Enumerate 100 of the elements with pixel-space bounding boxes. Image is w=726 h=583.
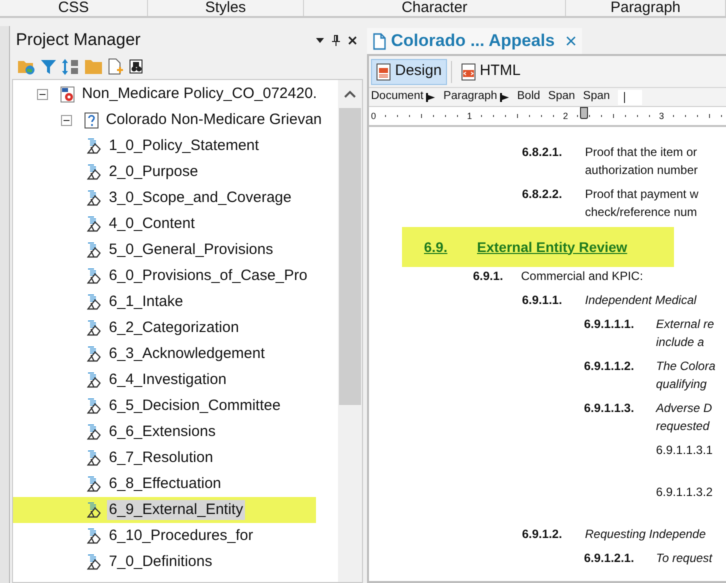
document-tab[interactable]: Colorado ... Appeals: [367, 28, 582, 54]
tree-item[interactable]: 6_5_Decision_Committee: [106, 396, 283, 416]
tree-item[interactable]: 5_0_General_Provisions: [106, 240, 276, 260]
ruler-label: 3: [659, 110, 664, 123]
page-icon: [376, 62, 391, 80]
topic-icon: [86, 528, 103, 544]
arrow-icon: [426, 92, 436, 102]
tree-item[interactable]: 7_0_Definitions: [106, 552, 214, 572]
text-line: requested: [656, 418, 711, 435]
close-icon[interactable]: [348, 36, 357, 44]
text-line: include a: [656, 334, 706, 351]
text-line: Proof that the item or: [585, 144, 698, 161]
text-line: External re: [656, 316, 714, 333]
tree-item[interactable]: 6_9_External_Entity: [106, 500, 246, 520]
text-line: authorization number: [585, 162, 698, 179]
code-page-icon: [460, 62, 476, 80]
scrollbar[interactable]: [338, 80, 362, 582]
topic-icon: [86, 242, 103, 258]
panel-tab[interactable]: Styles: [148, 0, 304, 16]
clause-number: 6.8.2.1.: [522, 144, 564, 161]
topic-icon: [86, 138, 103, 154]
tree-item[interactable]: 6_3_Acknowledgement: [106, 344, 267, 364]
breadcrumb-item[interactable]: Paragraph: [443, 88, 498, 106]
topic-icon: [86, 502, 103, 518]
tree-item[interactable]: 6_0_Provisions_of_Case_Pro: [106, 266, 310, 286]
folder-globe-icon[interactable]: [18, 58, 35, 74]
tree-item[interactable]: 6_1_Intake: [106, 292, 186, 312]
topic-icon: [86, 320, 103, 336]
tree-item[interactable]: 6_2_Categorization: [106, 318, 241, 338]
topic-icon: [86, 294, 103, 310]
collapse-icon[interactable]: [60, 114, 72, 126]
text-line: The Colora: [656, 358, 716, 375]
topic-icon: [86, 164, 103, 180]
tree-item[interactable]: 6_4_Investigation: [106, 370, 228, 390]
text-line: Independent Medical: [585, 292, 696, 309]
dropdown-icon[interactable]: [316, 38, 324, 42]
clause-number: 6.9.1.1.3.1: [656, 442, 714, 459]
tree-item[interactable]: Non_Medicare Policy_CO_072420.: [80, 84, 319, 104]
tree-item[interactable]: 6_8_Effectuation: [106, 474, 224, 494]
tree-item[interactable]: 6_6_Extensions: [106, 422, 218, 442]
help-page-icon: [84, 112, 100, 128]
topic-icon: [86, 450, 103, 466]
heading-number: 6.9.: [424, 238, 448, 256]
clause-number: 6.9.1.: [473, 268, 504, 285]
topic-icon: [86, 424, 103, 440]
breadcrumb-item[interactable]: Bold: [517, 88, 540, 106]
topic-icon: [86, 268, 103, 284]
clause-number: 6.8.2.2.: [522, 186, 564, 203]
clause-number: 6.9.1.2.1.: [584, 550, 636, 567]
clause-number: 6.9.1.1.3.2: [656, 484, 714, 501]
clause-number: 6.9.1.2.: [522, 526, 564, 543]
tree-item[interactable]: 4_0_Content: [106, 214, 197, 234]
panel-title: Project Manager: [16, 29, 141, 52]
section-heading: External Entity Review: [477, 238, 628, 257]
tree-item[interactable]: 6_7_Resolution: [106, 448, 216, 468]
text-line: check/reference num: [585, 204, 698, 221]
panel-tab[interactable]: Paragraph: [566, 0, 726, 16]
ruler-label: 2: [563, 110, 568, 123]
text-line: Adverse D: [656, 400, 712, 417]
topic-icon: [86, 372, 103, 388]
tree-item[interactable]: 1_0_Policy_Statement: [106, 136, 261, 156]
tree-item[interactable]: Colorado Non-Medicare Grievan: [104, 110, 324, 130]
view-tab[interactable]: Design: [371, 58, 447, 84]
text-line: To request: [656, 550, 712, 567]
tree-item[interactable]: 3_0_Scope_and_Coverage: [106, 188, 294, 208]
binoculars-icon[interactable]: [128, 59, 143, 74]
panel-tab[interactable]: Character: [304, 0, 566, 16]
tree-item[interactable]: 2_0_Purpose: [106, 162, 200, 182]
topic-icon: [86, 190, 103, 206]
topic-icon: [86, 476, 103, 492]
topic-icon: [86, 216, 103, 232]
indent-marker[interactable]: [580, 107, 588, 119]
breadcrumb-item[interactable]: Document: [371, 88, 424, 106]
ruler-label: 1: [467, 110, 472, 123]
word-document-icon: [60, 86, 76, 102]
pin-icon[interactable]: [332, 34, 340, 46]
filter-icon[interactable]: [40, 58, 56, 74]
scrollbar-thumb[interactable]: [339, 108, 361, 405]
breadcrumb-item[interactable]: Span: [548, 88, 576, 106]
scroll-up-icon[interactable]: [344, 90, 356, 98]
arrow-icon: [500, 92, 510, 102]
panel-tab[interactable]: CSS: [0, 0, 148, 16]
clause-number: 6.9.1.1.2.: [584, 358, 636, 375]
page-icon: [373, 32, 386, 50]
text-line: Commercial and KPIC:: [521, 268, 644, 285]
text-line: Requesting Independe: [585, 526, 706, 543]
clause-number: 6.9.1.1.1.: [584, 316, 636, 333]
cursor-field[interactable]: [618, 90, 642, 104]
topic-icon: [86, 554, 103, 570]
view-tab[interactable]: HTML: [456, 58, 526, 84]
topic-icon: [86, 346, 103, 362]
topic-icon: [86, 398, 103, 414]
new-page-icon[interactable]: [108, 58, 123, 75]
breadcrumb-item[interactable]: Span: [583, 88, 610, 106]
text-line: Proof that payment w: [585, 186, 698, 203]
collapse-icon[interactable]: [36, 88, 48, 100]
tree-item[interactable]: 6_10_Procedures_for: [106, 526, 256, 546]
text-line: qualifying: [656, 376, 708, 393]
sort-icon[interactable]: [62, 58, 79, 74]
clause-number: 6.9.1.1.3.: [584, 400, 636, 417]
